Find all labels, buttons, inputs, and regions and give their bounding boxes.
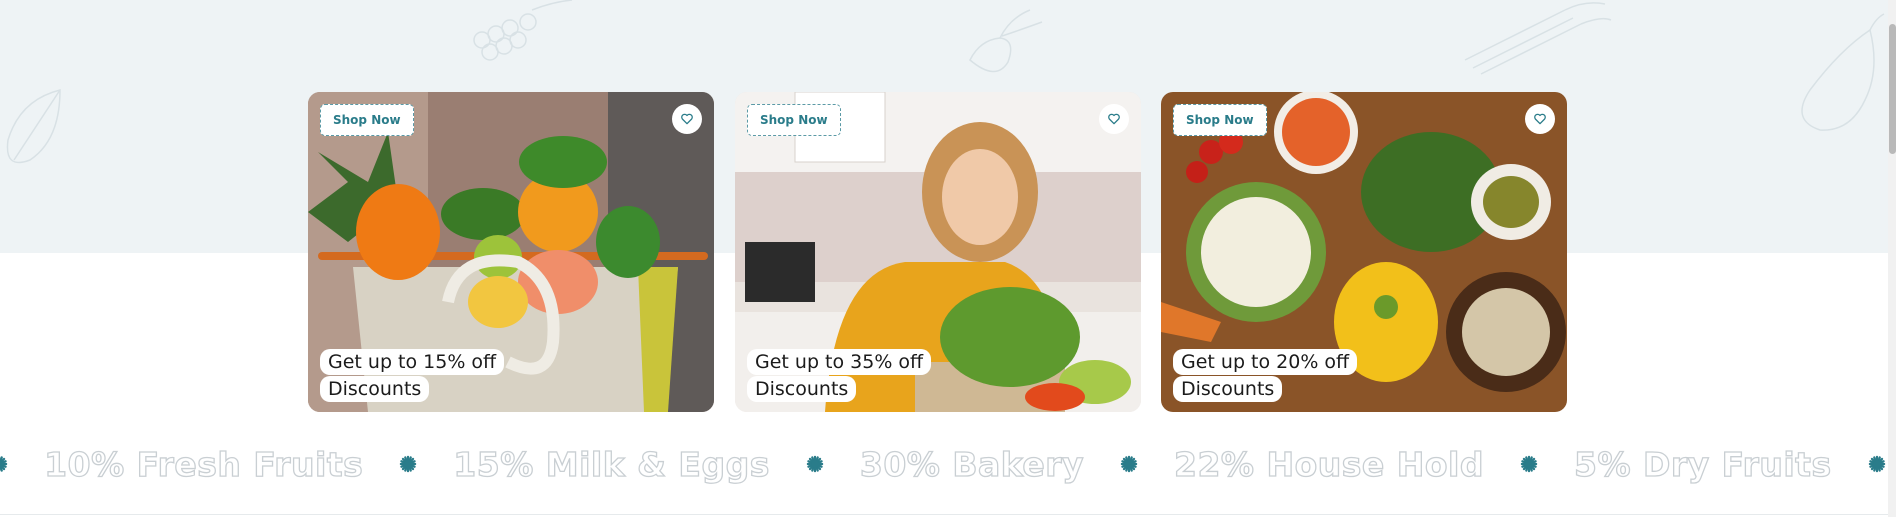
star-icon (1120, 455, 1138, 473)
heart-icon (1534, 113, 1546, 125)
discount-caption: Get up to 20% off Discounts (1173, 349, 1358, 402)
eggplant-doodle-icon (1801, 13, 1885, 131)
discount-subtext: Discounts (747, 376, 857, 402)
offers-ticker: s10% Fresh Fruits15% Milk & Eggs30% Bake… (0, 440, 1896, 488)
celery-doodle-icon (1464, 2, 1612, 75)
promo-cards: Shop Now Get up to 15% off Discounts Sho… (308, 92, 1568, 412)
star-icon (1868, 455, 1885, 473)
star-icon (1520, 455, 1538, 473)
star-icon (806, 455, 824, 473)
promo-card-fruits[interactable]: Shop Now Get up to 15% off Discounts (308, 92, 714, 412)
ticker-item: 10% Fresh Fruits (44, 444, 364, 484)
shop-now-button[interactable]: Shop Now (747, 104, 841, 136)
scrollbar-thumb[interactable] (1889, 24, 1896, 154)
discount-subtext: Discounts (320, 376, 430, 402)
page-scrollbar[interactable] (1888, 0, 1896, 517)
beet-doodle-icon (969, 9, 1043, 73)
promo-card-vegetables[interactable]: Shop Now Get up to 20% off Discounts (1161, 92, 1567, 412)
heart-icon (1108, 113, 1120, 125)
star-icon (400, 455, 417, 473)
shop-now-button[interactable]: Shop Now (1173, 104, 1267, 136)
ticker-item: 30% Bakery (859, 444, 1084, 484)
discount-caption: Get up to 35% off Discounts (747, 349, 932, 402)
section-divider (0, 514, 1896, 515)
wishlist-button[interactable] (1525, 104, 1555, 134)
wishlist-button[interactable] (672, 104, 702, 134)
promo-card-shopper[interactable]: Shop Now Get up to 35% off Discounts (735, 92, 1141, 412)
star-icon (0, 456, 8, 472)
discount-caption: Get up to 15% off Discounts (320, 349, 505, 402)
ticker-item: 15% Milk & Eggs (453, 444, 770, 484)
discount-text: Get up to 20% off (1173, 349, 1358, 375)
grapes-doodle-icon (473, 0, 573, 61)
heart-icon (681, 113, 693, 125)
ticker-item: 5% Dry Fruits (1573, 444, 1832, 484)
shop-now-button[interactable]: Shop Now (320, 104, 414, 136)
discount-subtext: Discounts (1173, 376, 1283, 402)
discount-text: Get up to 35% off (747, 349, 932, 375)
ticker-track: s10% Fresh Fruits15% Milk & Eggs30% Bake… (0, 440, 1896, 488)
leaf-doodle-icon (6, 89, 61, 164)
ticker-item: 22% House Hold (1173, 444, 1484, 484)
discount-text: Get up to 15% off (320, 349, 505, 375)
wishlist-button[interactable] (1099, 104, 1129, 134)
